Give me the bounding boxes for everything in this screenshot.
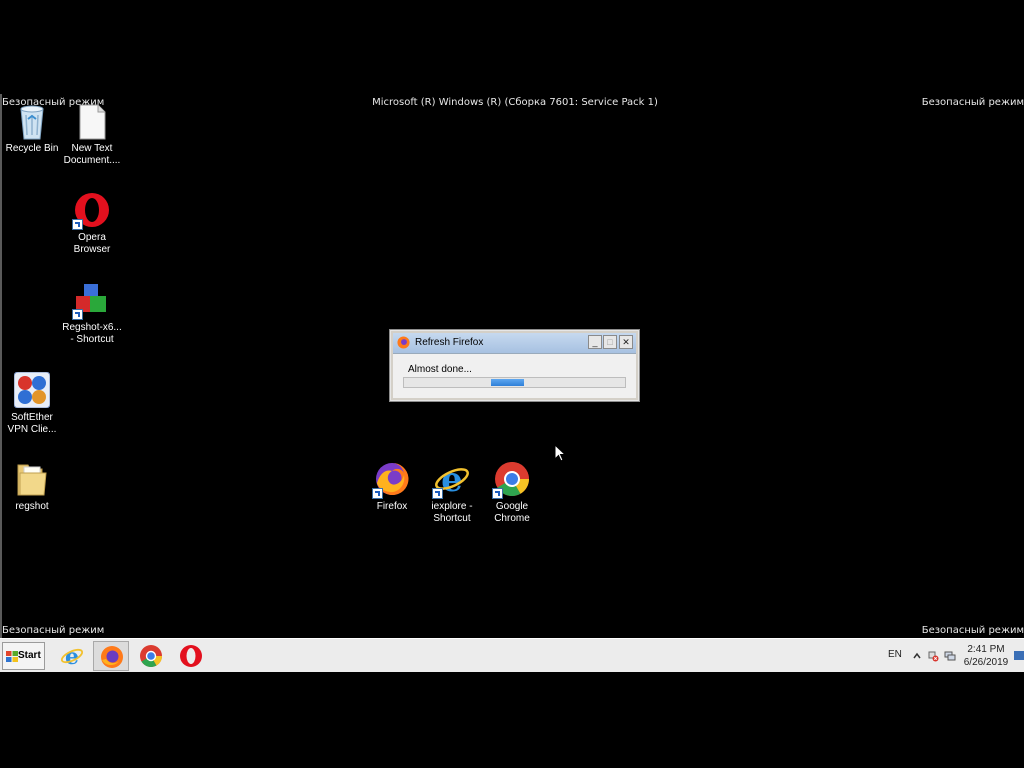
shortcut-arrow-icon xyxy=(432,488,443,499)
recycle-bin-icon xyxy=(14,103,50,140)
desktop-icon-label-line2: Document.... xyxy=(63,155,121,166)
desktop-icon-label-line1: iexplore - xyxy=(431,501,473,512)
desktop-icon-opera[interactable]: Opera Browser xyxy=(60,192,124,256)
taskbar-chrome[interactable] xyxy=(133,641,169,671)
progress-marquee-chunk xyxy=(491,379,524,386)
safe-mode-watermark-bottom-left: Безопасный режим xyxy=(2,625,105,636)
svg-text:e: e xyxy=(65,644,79,668)
shortcut-arrow-icon xyxy=(492,488,503,499)
language-indicator[interactable]: EN xyxy=(888,649,902,660)
firefox-icon xyxy=(397,336,410,349)
desktop-icon-regshot-folder[interactable]: regshot xyxy=(0,461,64,513)
firefox-icon xyxy=(372,461,410,499)
start-button[interactable]: Start xyxy=(2,642,45,670)
close-button[interactable]: ✕ xyxy=(619,335,633,349)
shortcut-arrow-icon xyxy=(372,488,383,499)
desktop-icon-label: regshot xyxy=(15,501,49,512)
show-desktop-button[interactable] xyxy=(1014,651,1024,660)
progress-bar xyxy=(403,377,626,388)
opera-icon xyxy=(72,192,110,230)
taskbar: Start e EN 2:41 PM 6/26/2019 xyxy=(0,638,1024,672)
desktop-icon-label-line2: - Shortcut xyxy=(70,334,114,345)
dialog-titlebar[interactable]: Refresh Firefox _ □ ✕ xyxy=(393,333,636,354)
system-tray: EN 2:41 PM 6/26/2019 xyxy=(874,639,1024,673)
chrome-icon xyxy=(140,645,162,667)
taskbar-opera[interactable] xyxy=(173,641,209,671)
maximize-button[interactable]: □ xyxy=(603,335,617,349)
desktop-icon-label-line1: Google xyxy=(495,501,529,512)
dialog-message: Almost done... xyxy=(408,364,472,375)
internet-explorer-icon: e xyxy=(432,460,470,500)
desktop-icon-softether[interactable]: SoftEther VPN Clie... xyxy=(0,371,64,436)
mouse-cursor-icon xyxy=(554,444,566,462)
clock-date: 6/26/2019 xyxy=(963,657,1009,668)
desktop-icon-regshot-shortcut[interactable]: Regshot-x6... - Shortcut xyxy=(60,282,124,346)
safe-mode-watermark-top-right: Безопасный режим xyxy=(921,97,1024,108)
taskbar-firefox[interactable] xyxy=(93,641,129,671)
minimize-button[interactable]: _ xyxy=(588,335,602,349)
desktop-icon-recycle-bin[interactable]: Recycle Bin xyxy=(0,103,64,155)
start-label: Start xyxy=(18,650,41,661)
internet-explorer-icon: e xyxy=(60,644,84,668)
dialog-title: Refresh Firefox xyxy=(415,337,484,348)
show-hidden-icons-icon[interactable] xyxy=(911,650,923,662)
desktop-icon-label-line1: SoftEther xyxy=(11,412,53,423)
opera-icon xyxy=(180,645,202,667)
safe-mode-watermark-bottom-right: Безопасный режим xyxy=(921,625,1024,636)
network-icon[interactable] xyxy=(944,650,956,662)
folder-icon xyxy=(14,461,50,497)
firefox-icon xyxy=(101,646,123,668)
shortcut-arrow-icon xyxy=(72,309,83,320)
desktop-icon-iexplore[interactable]: e iexplore - Shortcut xyxy=(420,460,484,525)
refresh-firefox-dialog[interactable]: Refresh Firefox _ □ ✕ Almost done... xyxy=(389,329,640,402)
regshot-icon xyxy=(72,282,110,320)
svg-text:e: e xyxy=(441,461,463,497)
chrome-icon xyxy=(492,461,530,499)
windows-build-text: Microsoft (R) Windows (R) (Сборка 7601: … xyxy=(372,97,658,108)
softether-icon xyxy=(13,371,51,409)
clock[interactable]: 2:41 PM 6/26/2019 xyxy=(962,643,1010,669)
desktop-icon-new-text-document[interactable]: New Text Document.... xyxy=(60,103,124,167)
desktop-icon-label-line2: VPN Clie... xyxy=(7,424,57,435)
desktop-icon-label-line1: Opera xyxy=(78,232,106,243)
desktop-icon-label-line1: Regshot-x6... xyxy=(62,322,122,333)
clock-time: 2:41 PM xyxy=(967,644,1005,655)
desktop-icon-label-line2: Shortcut xyxy=(433,513,471,524)
desktop-icon-label-line2: Chrome xyxy=(494,513,530,524)
shortcut-arrow-icon xyxy=(72,219,83,230)
desktop-icon-label-line2: Browser xyxy=(73,244,111,255)
desktop-icon-firefox[interactable]: Firefox xyxy=(360,461,424,513)
taskbar-internet-explorer[interactable]: e xyxy=(54,641,90,671)
windows-flag-icon xyxy=(6,651,18,662)
dialog-body: Almost done... xyxy=(393,354,636,398)
desktop-icon-label: Recycle Bin xyxy=(5,143,59,154)
text-document-icon xyxy=(74,103,110,140)
desktop-icon-chrome[interactable]: Google Chrome xyxy=(480,461,544,525)
desktop-icon-label: Firefox xyxy=(376,501,408,512)
desktop-icon-label-line1: New Text xyxy=(71,143,113,154)
action-center-icon[interactable] xyxy=(927,650,939,662)
screen: Безопасный режим Microsoft (R) Windows (… xyxy=(0,0,1024,768)
